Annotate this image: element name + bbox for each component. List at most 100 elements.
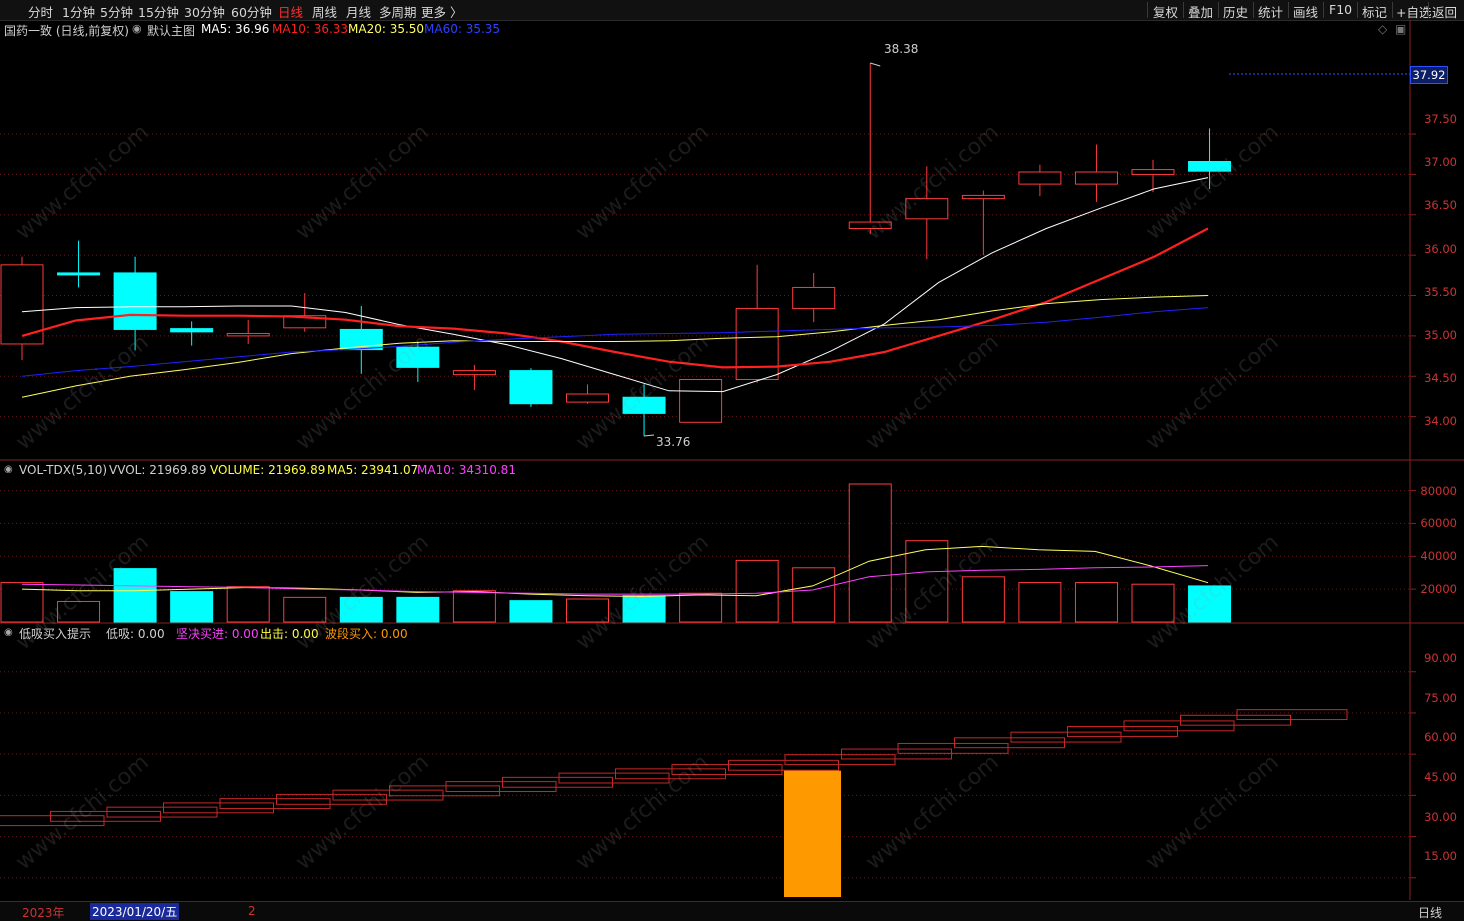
volume-bar	[509, 600, 553, 623]
jianjue-label: 坚决买进: 0.00	[176, 627, 259, 641]
template-label[interactable]: 默认主图	[147, 22, 195, 39]
signal-step-box	[671, 764, 783, 775]
volume-bar	[1188, 585, 1232, 623]
volume-bar	[57, 600, 101, 623]
y-tick: 15.00	[1424, 849, 1457, 863]
vvol-label: VVOL: 21969.89	[109, 463, 207, 477]
volume-bar	[1131, 583, 1175, 623]
ma-line-ma5	[21, 177, 1209, 393]
volume-bar	[226, 586, 270, 623]
y-tick: 40000	[1420, 549, 1457, 563]
signal-step-box	[1010, 731, 1122, 743]
candle-body	[113, 272, 157, 330]
volume-bar	[113, 568, 157, 623]
signal-step-box	[50, 810, 161, 822]
candle-body	[452, 370, 496, 376]
date-marker: 2	[248, 904, 256, 918]
candle-body	[679, 378, 723, 423]
current-price-badge: 37.92	[1410, 66, 1448, 84]
signal-step-box	[784, 754, 896, 766]
signal-step-box	[1236, 709, 1348, 721]
y-tick: 34.50	[1424, 371, 1457, 385]
volume-bar	[848, 483, 892, 623]
y-tick: 60.00	[1424, 730, 1457, 744]
volume-bar	[735, 559, 779, 623]
signal-step-box	[615, 768, 726, 780]
candle-body	[622, 396, 666, 414]
ma-line-ma10	[21, 227, 1209, 369]
signal-step-box	[163, 802, 274, 814]
vol-indicator-name[interactable]: VOL-TDX(5,10)	[19, 463, 107, 477]
y-tick: 36.50	[1424, 198, 1457, 212]
chuji-label: 出击: 0.00	[260, 627, 319, 641]
y-tick: 37.50	[1424, 112, 1457, 126]
candle-body	[792, 286, 836, 309]
ma10-label: MA10: 36.33	[272, 22, 349, 36]
signal-step-box	[445, 781, 557, 793]
signal-step-box	[728, 759, 839, 771]
panel-dot-icon: ◉	[4, 464, 13, 475]
expand-icon[interactable]: ▣	[1395, 22, 1406, 36]
volume-bar	[792, 567, 836, 623]
period-button[interactable]: 日线	[1418, 904, 1442, 921]
stock-title: 国药一致 (日线,前复权)	[4, 24, 129, 38]
signal-bar	[784, 770, 841, 897]
signal-step-box	[106, 806, 218, 818]
high-marker-arrow	[870, 62, 881, 67]
low-marker-arrow	[644, 434, 655, 437]
dixi-label: 低吸: 0.00	[106, 627, 165, 641]
candle-body	[1188, 160, 1232, 172]
signal-step-box	[1067, 726, 1178, 737]
volume-bar	[679, 592, 723, 623]
y-tick: 90.00	[1424, 651, 1457, 665]
low-marker: 33.76	[656, 435, 691, 449]
y-tick: 36.00	[1424, 242, 1457, 256]
high-marker: 38.38	[884, 42, 919, 56]
signal-step-box	[1123, 720, 1235, 732]
signal-step-box	[558, 772, 670, 784]
chevron-down-icon[interactable]: ◉	[132, 22, 142, 35]
y-tick: 80000	[1420, 484, 1457, 498]
year-label: 2023年	[22, 906, 65, 920]
signal-step-box	[897, 742, 1009, 754]
boduan-label: 波段买入: 0.00	[325, 627, 408, 641]
signal-step-box	[389, 785, 500, 797]
vol-ma10-label: MA10: 34310.81	[417, 463, 516, 477]
candle-body	[509, 370, 553, 405]
signal-indicator-name[interactable]: 低吸买入提示	[19, 625, 91, 642]
diamond-icon[interactable]: ◇	[1378, 22, 1387, 36]
volume-bar	[0, 582, 44, 623]
y-tick: 75.00	[1424, 691, 1457, 705]
y-tick: 37.00	[1424, 155, 1457, 169]
candle-body	[170, 328, 214, 333]
candle-body	[1131, 169, 1175, 175]
candle-body	[566, 393, 609, 403]
candle-body	[1074, 171, 1118, 185]
candle-body	[961, 194, 1005, 200]
candle-body	[905, 198, 949, 220]
vol-ma5-label: MA5: 23941.07	[327, 463, 419, 477]
y-tick: 45.00	[1424, 770, 1457, 784]
cursor-date: 2023/01/20/五	[90, 903, 180, 920]
ma-line-ma20	[21, 295, 1209, 398]
candle-body	[735, 307, 779, 380]
y-tick: 35.50	[1424, 285, 1457, 299]
panel-dot-icon: ◉	[4, 627, 13, 638]
volume-bar	[339, 596, 383, 623]
y-tick: 34.00	[1424, 414, 1457, 428]
candle-body	[848, 221, 892, 230]
volume-label: VOLUME: 21969.89	[210, 463, 326, 477]
volume-bar	[283, 596, 327, 623]
kline-chart[interactable]	[0, 0, 1464, 920]
candle-body	[396, 346, 440, 368]
volume-bar	[566, 598, 609, 623]
volume-bar	[622, 595, 666, 623]
ma20-label: MA20: 35.50	[348, 22, 425, 36]
date-axis-bar: 2023年 2023/01/20/五 2 日线	[0, 901, 1464, 921]
volume-bar	[1018, 582, 1062, 623]
volume-bar	[396, 596, 440, 623]
signal-step-box	[0, 815, 105, 827]
signal-step-box	[219, 798, 331, 810]
ma5-label: MA5: 36.96	[201, 22, 270, 36]
candle-body	[1018, 171, 1062, 185]
